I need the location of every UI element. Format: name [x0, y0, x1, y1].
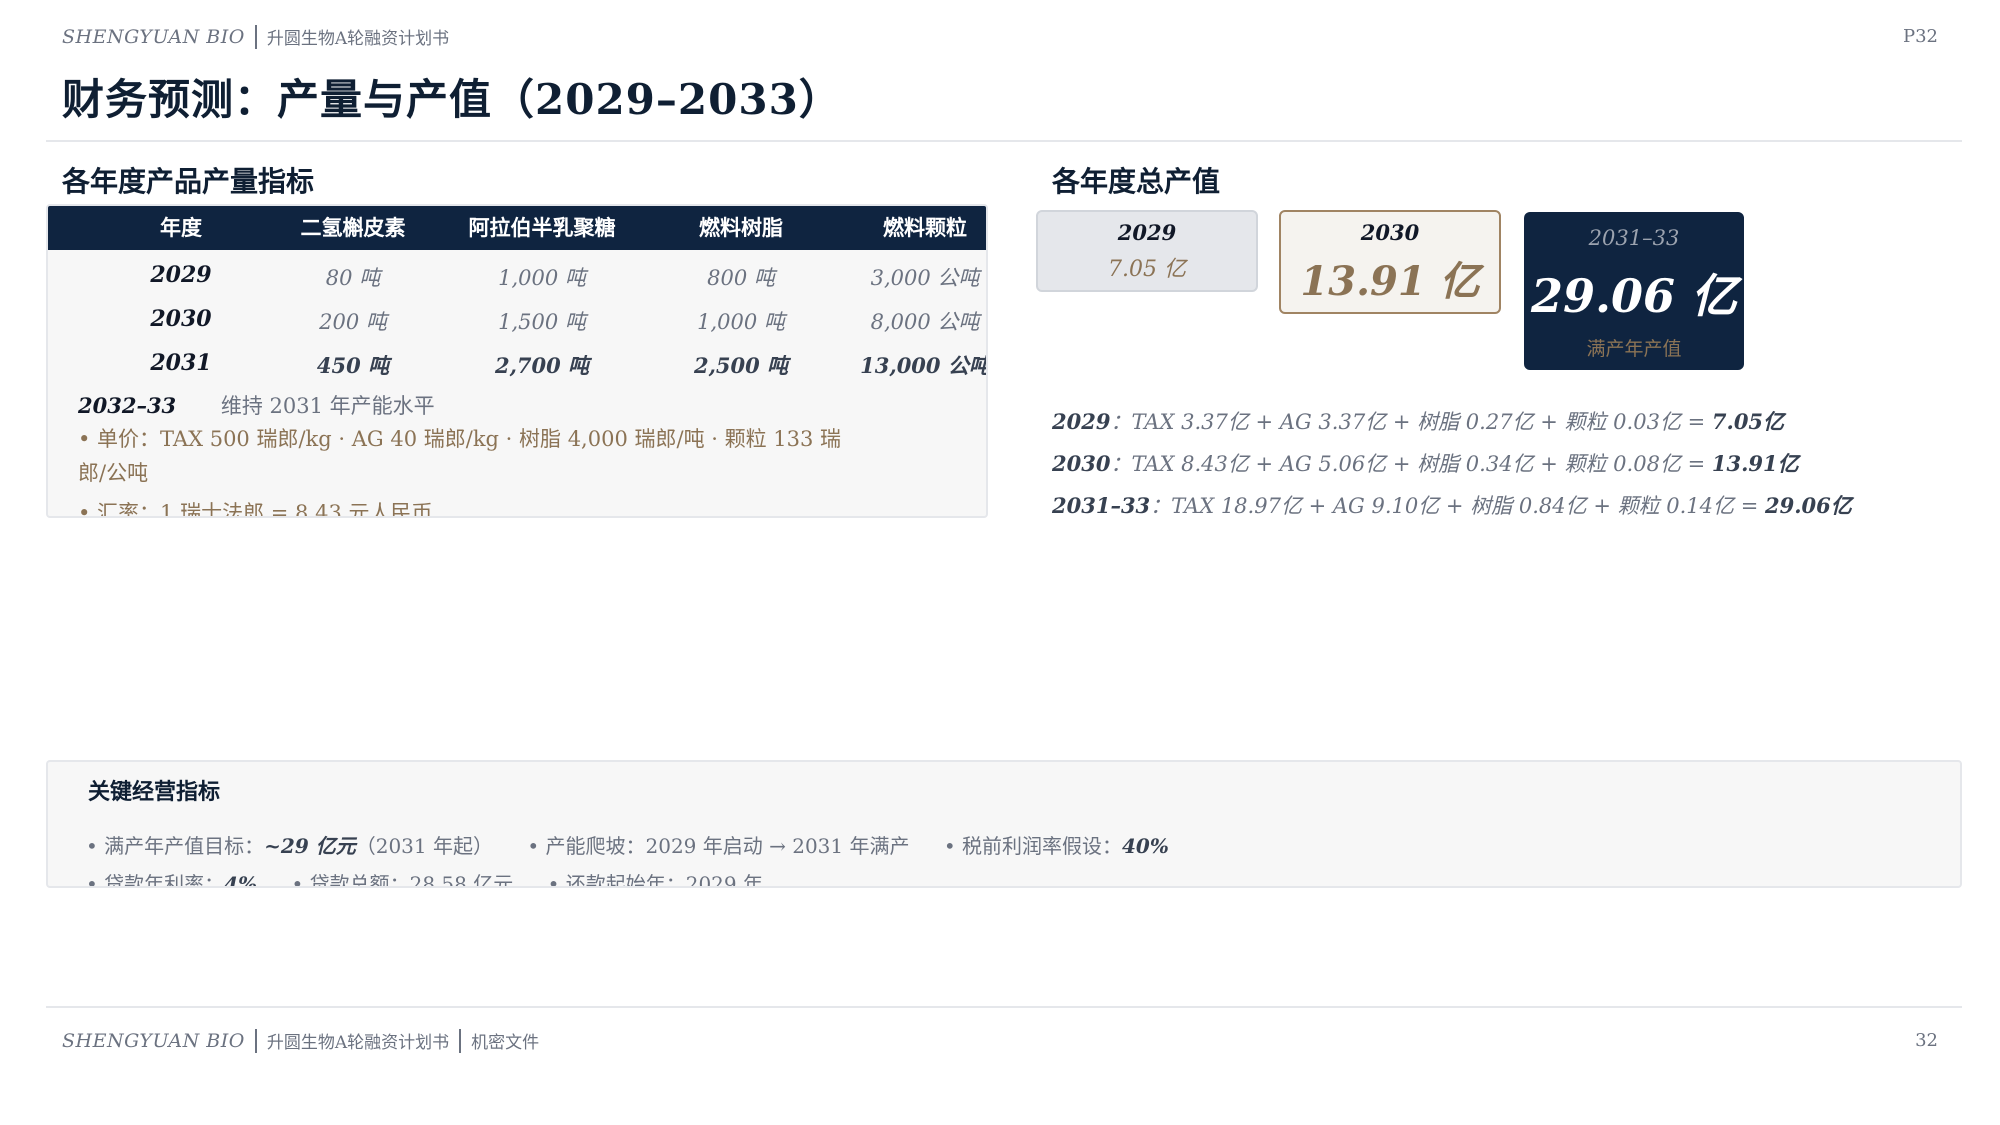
kpi-value: ~29 亿元: [264, 834, 356, 858]
production-panel: 年度 二氢槲皮素 阿拉伯半乳聚糖 燃料树脂 燃料颗粒 2029 80 吨 1,0…: [46, 204, 988, 518]
card-year: 2029: [1117, 220, 1177, 245]
formula-total: 13.91亿: [1711, 451, 1799, 476]
value-card-2030: 2030 13.91 亿: [1279, 210, 1501, 314]
table-header: 年度 二氢槲皮素 阿拉伯半乳聚糖 燃料树脂 燃料颗粒: [48, 206, 986, 250]
kpi-item: • 还款起始年：2029 年: [547, 872, 763, 888]
table-cell: 1,000 吨: [697, 310, 785, 334]
table-cell: 2,700 吨: [494, 353, 590, 378]
brand-name: SHENGYUAN BIO: [62, 25, 245, 48]
formula-total: 29.06亿: [1764, 493, 1852, 518]
footer-divider: [254, 1028, 257, 1053]
kpi-row: • 满产年产值目标：~29 亿元（2031 年起） • 产能爬坡：2029 年启…: [86, 830, 1197, 859]
footer-document-name: 升圆生物A轮融资计划书: [266, 1033, 450, 1053]
footer-divider: [459, 1028, 462, 1053]
formula-expression: ：TAX 3.37亿 + AG 3.37亿 + 树脂 0.27亿 + 颗粒 0.…: [1110, 410, 1712, 434]
kpi-suffix: 2029 年启动 → 2031 年满产: [645, 834, 910, 858]
price-note-cont: 郎/公吨: [78, 461, 149, 485]
kpi-label: • 贷款年利率：: [86, 872, 225, 888]
card-value: 7.05 亿: [1108, 257, 1186, 282]
column-header: 燃料树脂: [699, 215, 783, 240]
table-cell: 13,000 公吨: [860, 353, 988, 378]
formula-line: 2030：TAX 8.43亿 + AG 5.06亿 + 树脂 0.34亿 + 颗…: [1052, 448, 1799, 478]
kpi-title: 关键经营指标: [88, 779, 221, 805]
formula-line: 2029：TAX 3.37亿 + AG 3.37亿 + 树脂 0.27亿 + 颗…: [1052, 406, 1784, 436]
kpi-row: • 贷款年利率：4% • 贷款总额：28.58 亿元 • 还款起始年：2029 …: [86, 868, 791, 888]
kpi-value: 4%: [224, 872, 258, 888]
formula-expression: ：TAX 18.97亿 + AG 9.10亿 + 树脂 0.84亿 + 颗粒 0…: [1150, 494, 1765, 518]
kpi-label: • 产能爬坡：: [527, 834, 646, 858]
table-cell: 8,000 公吨: [870, 310, 980, 334]
formula-year: 2029: [1052, 409, 1111, 434]
kpi-suffix: 2029 年: [685, 872, 763, 888]
card-year: 2031–33: [1588, 226, 1680, 250]
formula-year: 2030: [1052, 451, 1111, 476]
formula-expression: ：TAX 8.43亿 + AG 5.06亿 + 树脂 0.34亿 + 颗粒 0.…: [1110, 452, 1712, 476]
kpi-item: • 产能爬坡：2029 年启动 → 2031 年满产: [527, 834, 909, 858]
kpi-label: • 贷款总额：: [291, 872, 410, 888]
header-divider: [254, 24, 257, 49]
column-header: 阿拉伯半乳聚糖: [468, 215, 616, 240]
kpi-suffix: （2031 年起）: [355, 834, 493, 858]
output-value-title: 各年度总产值: [1052, 165, 1221, 198]
maintain-row: 2032–33 维持 2031 年产能水平: [78, 390, 435, 420]
value-card-2029: 2029 7.05 亿: [1036, 210, 1258, 292]
footer-rule: [46, 1006, 1962, 1008]
table-cell: 2,500 吨: [693, 353, 789, 378]
page-tag: P32: [1902, 26, 1938, 47]
value-card-2031-33: 2031–33 29.06 亿 满产年产值: [1524, 212, 1744, 370]
price-note: • 单价：TAX 500 瑞郎/kg · AG 40 瑞郎/kg · 树脂 4,…: [78, 427, 842, 451]
kpi-label: • 满产年产值目标：: [86, 834, 265, 858]
formula-year: 2031–33: [1052, 493, 1151, 518]
table-cell: 1,000 吨: [498, 266, 586, 290]
kpi-item: • 贷款年利率：4%: [86, 872, 258, 888]
production-title: 各年度产品产量指标: [62, 165, 315, 198]
table-cell: 3,000 公吨: [870, 266, 980, 290]
confidential-label: 机密文件: [471, 1033, 540, 1053]
kpi-panel: 关键经营指标 • 满产年产值目标：~29 亿元（2031 年起） • 产能爬坡：…: [46, 760, 1962, 888]
header-brand: SHENGYUAN BIO 升圆生物A轮融资计划书: [62, 24, 449, 49]
table-cell: 1,500 吨: [498, 310, 586, 334]
formula-total: 7.05亿: [1711, 409, 1785, 434]
kpi-suffix: 28.58 亿元: [409, 872, 514, 888]
kpi-value: 40%: [1122, 834, 1169, 858]
kpi-label: • 税前利润率假设：: [943, 834, 1122, 858]
kpi-item: • 贷款总额：28.58 亿元: [291, 872, 514, 888]
footer-brand-name: SHENGYUAN BIO: [62, 1029, 245, 1052]
card-value: 13.91 亿: [1300, 258, 1480, 305]
maintain-text: 维持 2031 年产能水平: [220, 394, 435, 418]
kpi-label: • 还款起始年：: [547, 872, 686, 888]
footer-brand: SHENGYUAN BIO 升圆生物A轮融资计划书 机密文件: [62, 1028, 539, 1053]
document-name: 升圆生物A轮融资计划书: [266, 29, 450, 49]
page-number: 32: [1915, 1030, 1938, 1051]
kpi-item: • 满产年产值目标：~29 亿元（2031 年起）: [86, 834, 493, 858]
fx-note: • 汇率：1 瑞士法郎 = 8.43 元人民币: [78, 501, 433, 518]
page-title: 财务预测：产量与产值（2029–2033）: [62, 75, 842, 124]
card-value: 29.06 亿: [1530, 269, 1738, 323]
column-header: 燃料颗粒: [883, 215, 967, 240]
card-caption: 满产年产值: [1586, 338, 1682, 360]
header-rule: [46, 140, 1962, 142]
kpi-item: • 税前利润率假设：40%: [944, 834, 1169, 858]
maintain-year: 2032–33: [78, 393, 177, 418]
table-cell: 800 吨: [707, 266, 775, 290]
card-year: 2030: [1360, 220, 1420, 245]
formula-line: 2031–33：TAX 18.97亿 + AG 9.10亿 + 树脂 0.84亿…: [1052, 490, 1852, 520]
